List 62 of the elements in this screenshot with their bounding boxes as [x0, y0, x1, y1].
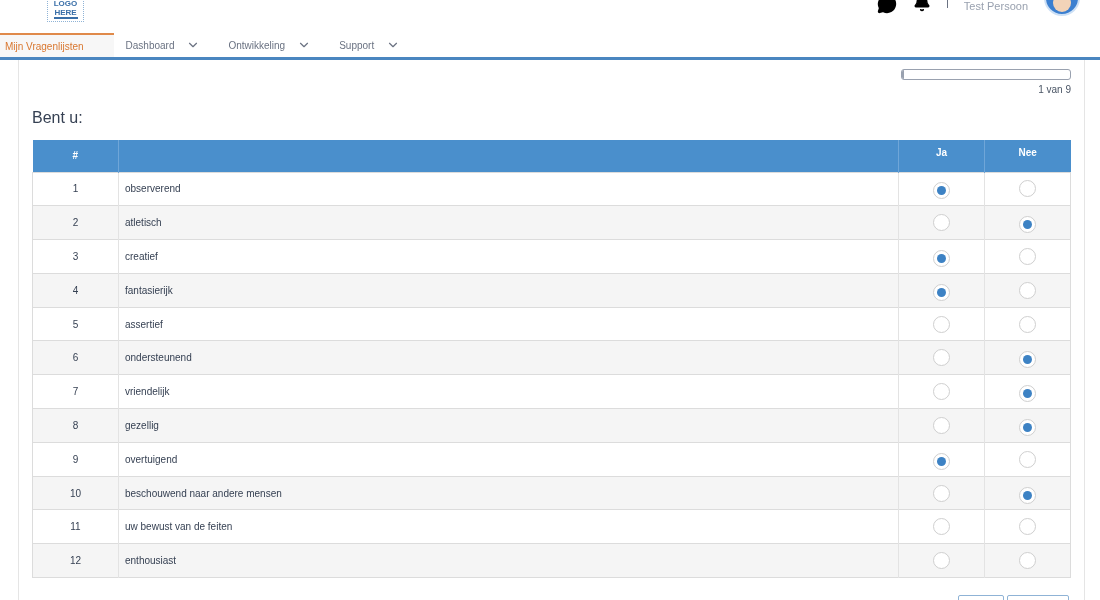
- row-label: enthousiast: [125, 555, 177, 567]
- column-header: Nee: [984, 140, 1071, 172]
- radio-button[interactable]: [933, 182, 950, 200]
- row-number: 11: [70, 521, 81, 533]
- radio-button[interactable]: [933, 416, 950, 434]
- radio-button[interactable]: [933, 250, 950, 267]
- row-label: overtuigend: [125, 453, 178, 465]
- row-label: uw bewust van de feiten: [125, 521, 233, 533]
- radio-button[interactable]: [933, 452, 950, 470]
- column-header: #: [32, 140, 119, 172]
- radio-button[interactable]: [933, 349, 950, 367]
- row-number: 8: [72, 419, 79, 431]
- radio-button[interactable]: [1019, 315, 1036, 333]
- divider: [946, 0, 948, 8]
- row-number: 1: [72, 183, 79, 195]
- radio-button[interactable]: [1019, 248, 1036, 265]
- notification-icon[interactable]: [912, 0, 931, 12]
- row-number: 6: [72, 352, 79, 364]
- question-title: Bent u:: [32, 108, 84, 128]
- radio-button[interactable]: [933, 552, 950, 570]
- radio-button[interactable]: [933, 383, 950, 401]
- nav-tab[interactable]: Ontwikkeling: [216, 33, 324, 57]
- user-name[interactable]: Test Persoon: [963, 0, 1028, 12]
- row-number: 2: [72, 217, 79, 229]
- radio-button[interactable]: [933, 315, 950, 333]
- row-number: 12: [69, 555, 82, 567]
- row-number: 9: [72, 453, 79, 465]
- row-number: 5: [72, 318, 79, 330]
- row-label: atletisch: [125, 217, 162, 229]
- radio-button[interactable]: [933, 283, 950, 301]
- radio-button[interactable]: [933, 518, 950, 536]
- radio-button[interactable]: [1019, 486, 1036, 504]
- nav-tab[interactable]: Support: [327, 33, 413, 57]
- radio-button[interactable]: [1019, 450, 1036, 468]
- row-label: vriendelijk: [125, 386, 170, 398]
- radio-button[interactable]: [1019, 518, 1036, 536]
- row-number: 4: [72, 284, 79, 296]
- row-label: beschouwend naar andere mensen: [125, 487, 282, 499]
- row-label: creatief: [125, 251, 158, 262]
- row-number: 10: [69, 487, 82, 499]
- row-label: assertief: [125, 318, 163, 330]
- row-number: 7: [72, 386, 79, 398]
- row-label: gezellig: [125, 419, 159, 431]
- logo: LOGO HERE: [47, 0, 84, 22]
- radio-button[interactable]: [1019, 351, 1036, 369]
- radio-button[interactable]: [1019, 281, 1036, 299]
- column-header: Ja: [898, 140, 985, 172]
- chat-icon[interactable]: [876, 0, 897, 14]
- row-number: 3: [72, 251, 79, 262]
- radio-button[interactable]: [1019, 180, 1036, 198]
- row-label: observerend: [125, 183, 181, 195]
- radio-button[interactable]: [1019, 418, 1036, 436]
- radio-button[interactable]: [1019, 385, 1036, 403]
- row-label: fantasierijk: [125, 284, 173, 296]
- radio-button[interactable]: [1019, 552, 1036, 570]
- radio-button[interactable]: [933, 484, 950, 502]
- row-label: ondersteunend: [125, 352, 192, 364]
- radio-button[interactable]: [1019, 216, 1036, 234]
- radio-button[interactable]: [933, 214, 950, 232]
- progress-label: 1 van 9: [1038, 83, 1071, 97]
- nav-tab[interactable]: Mijn Vragenlijsten: [0, 33, 114, 57]
- nav-tab[interactable]: Dashboard: [113, 33, 213, 57]
